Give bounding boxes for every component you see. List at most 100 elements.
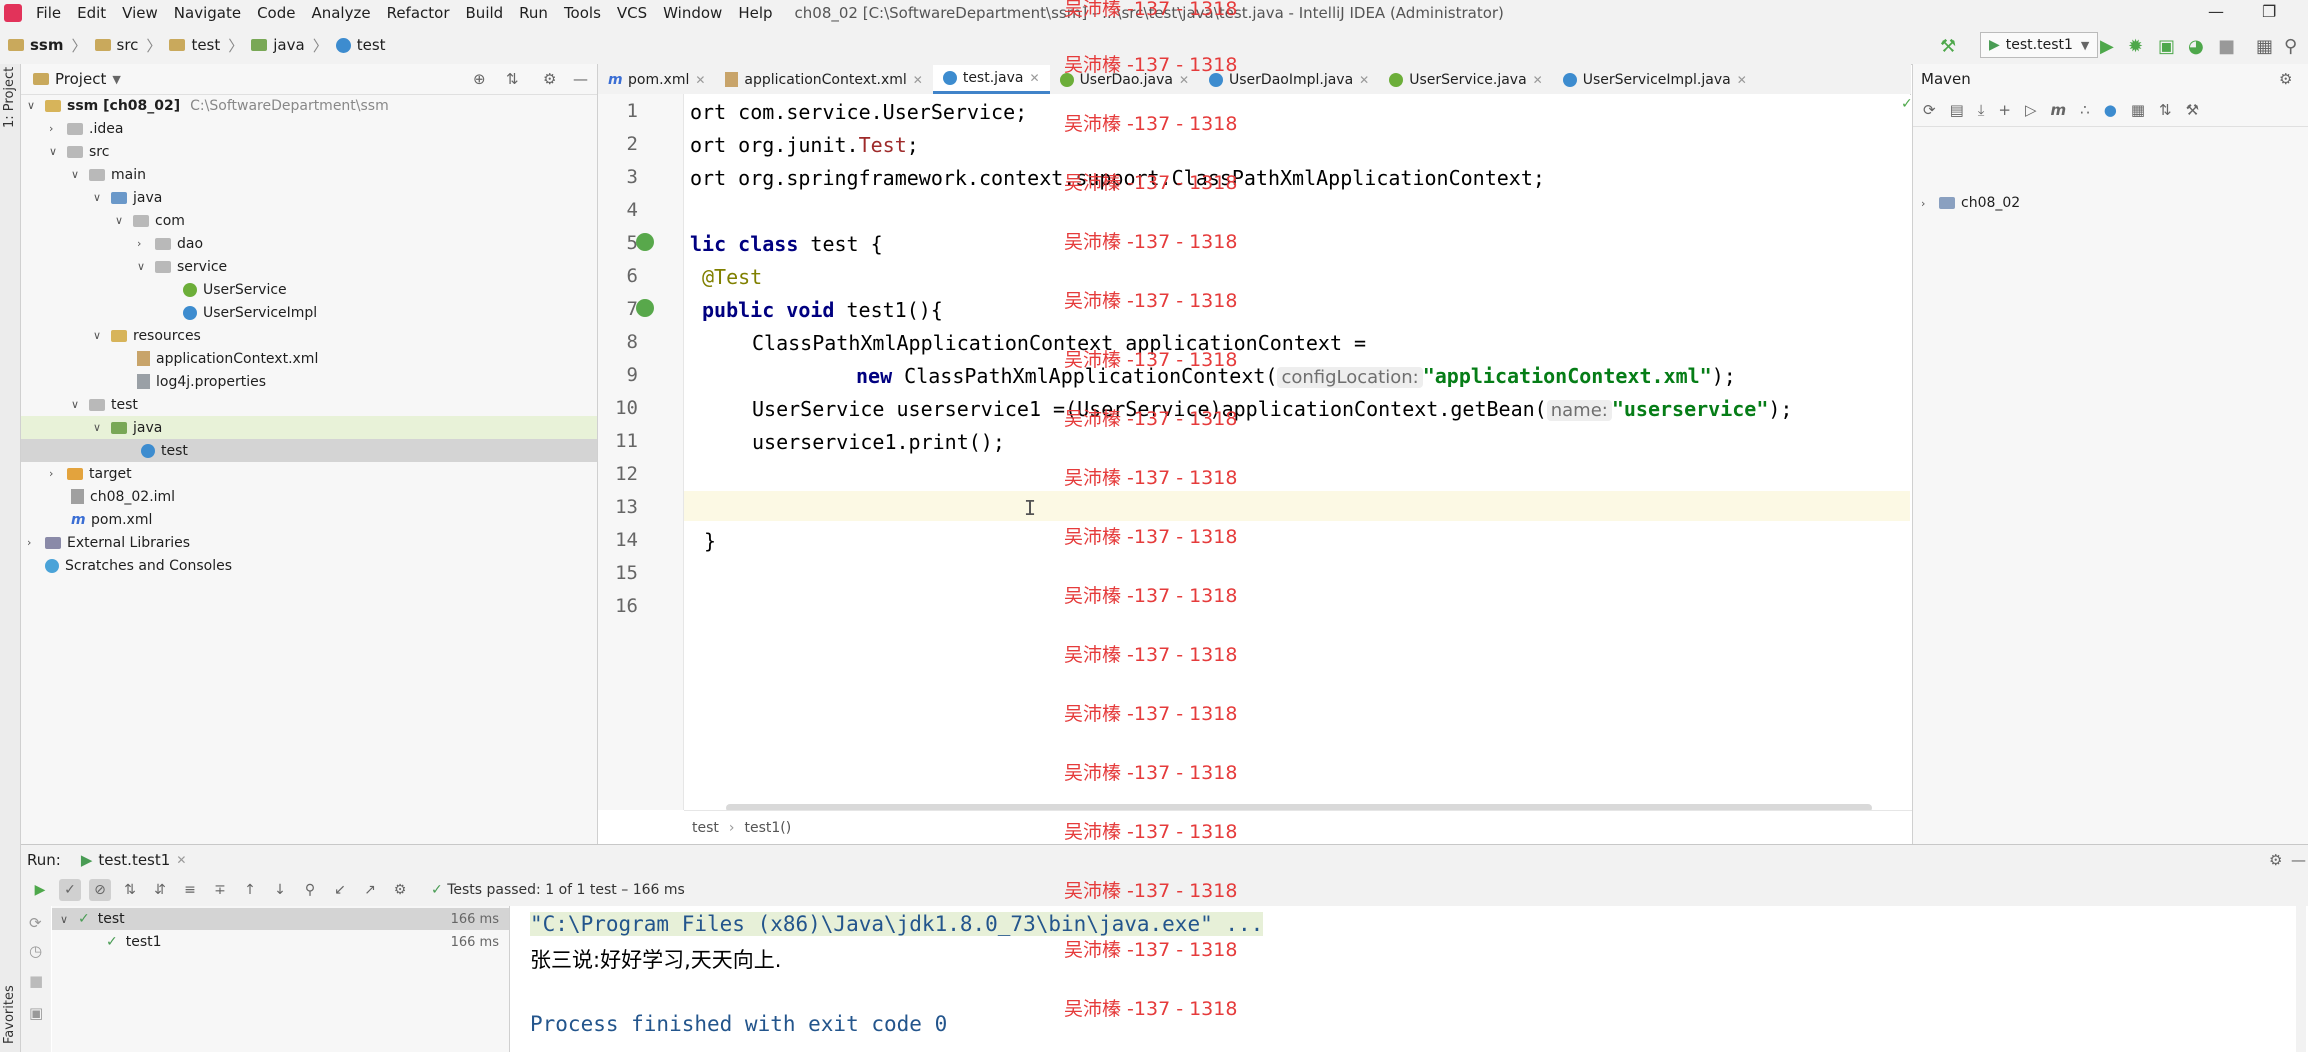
menu-view[interactable]: View — [122, 4, 158, 22]
menu-window[interactable]: Window — [663, 4, 722, 22]
add-icon[interactable]: + — [1998, 101, 2011, 119]
test-result-row[interactable]: ∨ ✓ test 166 ms — [52, 908, 509, 930]
gear-icon[interactable]: ⚙ — [543, 70, 556, 88]
import-tests-icon[interactable]: ↙ — [329, 879, 351, 901]
show-dependencies-icon[interactable]: ▦ — [2131, 101, 2145, 119]
maven-project-item[interactable]: › ch08_02 — [1921, 195, 2020, 211]
tree-item-main-java[interactable]: ∨ java — [93, 186, 162, 209]
crumb-src[interactable]: src — [117, 36, 139, 54]
test-result-row[interactable]: ✓ test1 166 ms — [52, 931, 509, 953]
tree-item-iml[interactable]: ch08_02.iml — [71, 485, 175, 508]
crumb-test[interactable]: test — [191, 36, 220, 54]
close-icon[interactable]: ✕ — [1030, 71, 1040, 85]
close-icon[interactable]: ✕ — [913, 73, 923, 87]
rerun-failed-icon[interactable]: ⟳ — [29, 914, 42, 932]
search-everywhere-icon[interactable]: ⚲ — [2284, 36, 2302, 57]
skip-tests-icon[interactable]: ● — [2104, 101, 2117, 119]
run-test-gutter-icon[interactable] — [636, 233, 654, 251]
menu-navigate[interactable]: Navigate — [174, 4, 241, 22]
favorites-tool-tab[interactable]: Favorites — [2, 985, 17, 1044]
close-icon[interactable]: ✕ — [176, 853, 186, 867]
menu-code[interactable]: Code — [257, 4, 295, 22]
sort-duration-icon[interactable]: ⇵ — [149, 879, 171, 901]
project-structure-icon[interactable]: ▦ — [2256, 36, 2274, 57]
project-tool-tab[interactable]: 1: Project — [2, 67, 17, 128]
console-output[interactable]: "C:\Program Files (x86)\Java\jdk1.8.0_73… — [510, 906, 2306, 1052]
tab-pom-xml[interactable]: m pom.xml ✕ — [598, 65, 715, 94]
stop-icon[interactable]: ■ — [2218, 36, 2236, 57]
menu-refactor[interactable]: Refactor — [387, 4, 450, 22]
menu-run[interactable]: Run — [519, 4, 548, 22]
tree-item-dao[interactable]: › dao — [137, 232, 203, 255]
coverage-icon[interactable]: ▣ — [2158, 36, 2176, 57]
crumb-method[interactable]: test1() — [745, 820, 792, 836]
tab-test-java[interactable]: test.java ✕ — [932, 65, 1050, 94]
tree-item-target[interactable]: › target — [49, 462, 132, 485]
menu-analyze[interactable]: Analyze — [311, 4, 370, 22]
menu-edit[interactable]: Edit — [77, 4, 106, 22]
menu-build[interactable]: Build — [466, 4, 504, 22]
gear-icon[interactable]: ⚙ — [389, 879, 411, 901]
tree-item-log4j-properties[interactable]: log4j.properties — [137, 370, 266, 393]
tree-item-src[interactable]: ∨ src — [49, 140, 109, 163]
build-hammer-icon[interactable]: ⚒ — [1940, 36, 1958, 57]
crumb-ssm[interactable]: ssm — [30, 36, 64, 54]
tree-item-ssm[interactable]: ∨ ssm [ch08_02] C:\SoftwareDepartment\ssm — [27, 94, 389, 117]
locate-icon[interactable]: ⊕ — [473, 70, 486, 88]
expand-all-icon[interactable]: ≡ — [179, 879, 201, 901]
tab-userserviceimpl-java[interactable]: UserServiceImpl.java ✕ — [1553, 65, 1757, 94]
hide-panel-icon[interactable]: — — [573, 70, 588, 88]
stop-icon[interactable]: ■ — [29, 972, 43, 990]
tree-item-test[interactable]: ∨ test — [71, 393, 138, 416]
project-panel-title[interactable]: Project — [55, 70, 106, 88]
tab-userservice-java[interactable]: UserService.java ✕ — [1379, 65, 1553, 94]
inspection-ok-icon[interactable]: ✓ — [1901, 96, 1913, 112]
next-icon[interactable]: ↓ — [269, 879, 291, 901]
export-tests-icon[interactable]: ↗ — [359, 879, 381, 901]
tree-item-service[interactable]: ∨ service — [137, 255, 227, 278]
tree-item-scratches[interactable]: Scratches and Consoles — [45, 554, 232, 577]
tree-item-resources[interactable]: ∨ resources — [93, 324, 201, 347]
tree-item-userserviceimpl[interactable]: UserServiceImpl — [183, 301, 317, 324]
tree-item-external-libraries[interactable]: › External Libraries — [27, 531, 190, 554]
tree-item-pom[interactable]: m pom.xml — [71, 508, 152, 531]
menu-vcs[interactable]: VCS — [617, 4, 647, 22]
close-icon[interactable]: ✕ — [695, 73, 705, 87]
collapse-all-icon[interactable]: ⇅ — [506, 70, 519, 88]
console-scrollbar[interactable] — [2296, 906, 2306, 1052]
execute-goal-icon[interactable]: m — [2051, 101, 2067, 119]
crumb-test-class[interactable]: test — [357, 36, 386, 54]
tree-item-test-class[interactable]: test — [21, 439, 597, 462]
generate-sources-icon[interactable]: ▤ — [1950, 101, 1964, 119]
tab-applicationcontext-xml[interactable]: applicationContext.xml ✕ — [715, 65, 932, 94]
gear-icon[interactable]: ⚙ — [2279, 70, 2292, 88]
show-ignored-icon[interactable]: ⊘ — [89, 879, 111, 901]
camera-icon[interactable]: ▣ — [29, 1004, 43, 1022]
hide-panel-icon[interactable]: — — [2291, 851, 2306, 869]
toggle-offline-icon[interactable]: ∴ — [2080, 101, 2090, 119]
collapse-all-icon[interactable]: ∓ — [209, 879, 231, 901]
reimport-icon[interactable]: ⟳ — [1923, 101, 1936, 119]
download-icon[interactable]: ⤓ — [1978, 101, 1985, 119]
show-passed-icon[interactable]: ✓ — [59, 879, 81, 901]
run-tab[interactable]: test.test1 — [98, 851, 170, 869]
menu-file[interactable]: File — [36, 4, 61, 22]
run-goal-icon[interactable]: ▷ — [2025, 101, 2037, 119]
restore-icon[interactable]: ❐ — [2262, 2, 2276, 21]
minimize-icon[interactable]: — — [2208, 2, 2224, 21]
tree-item-com[interactable]: ∨ com — [115, 209, 185, 232]
tree-item-test-java[interactable]: ∨ java — [21, 416, 597, 439]
tree-item-applicationcontext-xml[interactable]: applicationContext.xml — [137, 347, 318, 370]
profile-icon[interactable]: ◕ — [2188, 36, 2206, 57]
wrench-icon[interactable]: ⚒ — [2186, 101, 2199, 119]
close-icon[interactable]: ✕ — [1359, 73, 1369, 87]
collapse-icon[interactable]: ⇅ — [2159, 101, 2172, 119]
run-icon[interactable]: ▶ — [2100, 36, 2118, 57]
crumb-class[interactable]: test — [692, 820, 719, 836]
crumb-java[interactable]: java — [273, 36, 304, 54]
debug-icon[interactable]: ✹ — [2128, 36, 2146, 57]
tree-item-main[interactable]: ∨ main — [71, 163, 146, 186]
code-editor[interactable]: ort com.service.UserService; ort org.jun… — [684, 94, 1913, 810]
tree-item-userservice[interactable]: UserService — [183, 278, 287, 301]
close-icon[interactable]: ✕ — [1737, 73, 1747, 87]
